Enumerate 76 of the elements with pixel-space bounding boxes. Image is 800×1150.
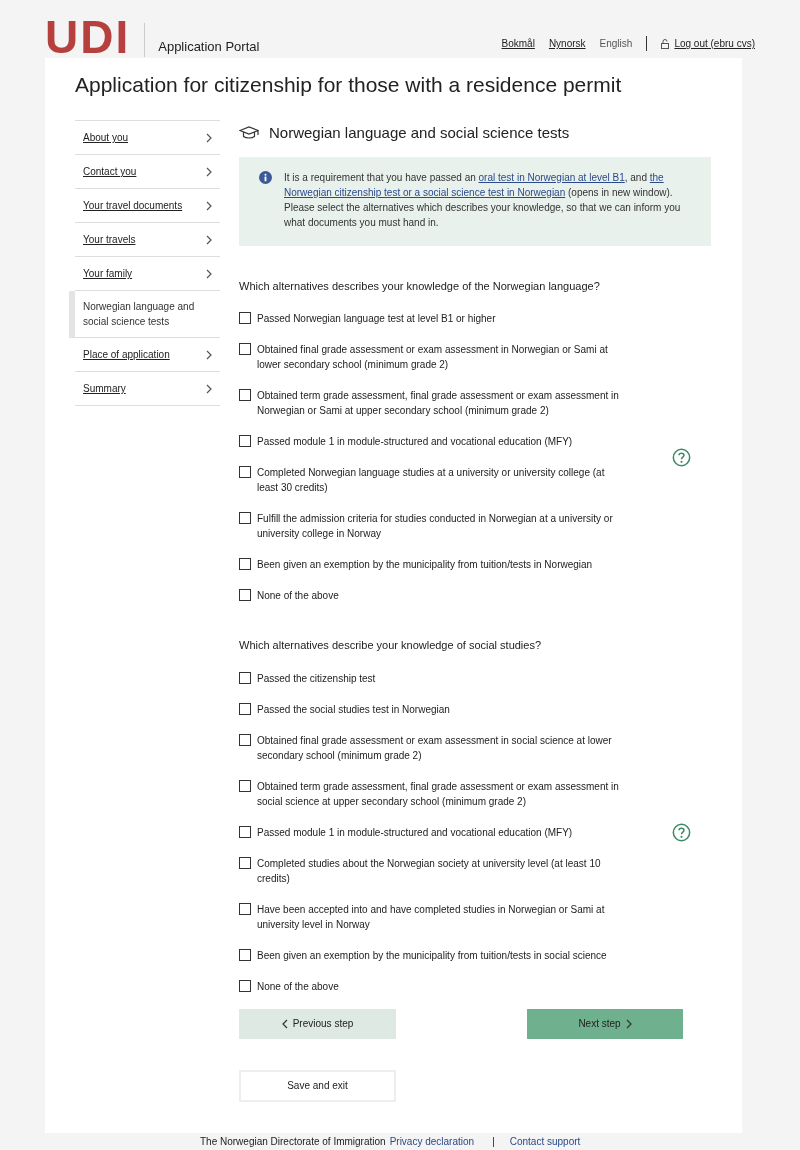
info-icon	[259, 170, 272, 184]
checkbox-label: Obtained term grade assessment, final grade assessment or exam assessment in social science at upper secondary school (minimum grade 2)	[257, 779, 620, 809]
chevron-right-icon	[206, 349, 212, 360]
footer-separator: |	[492, 1135, 495, 1149]
checkbox[interactable]	[239, 825, 251, 838]
checkbox[interactable]	[239, 948, 251, 961]
chevron-right-icon	[206, 132, 212, 143]
chevron-left-icon	[281, 1018, 288, 1029]
checkbox-label: Passed module 1 in module-structured and vocational education (MFY)	[257, 435, 574, 449]
next-step-button[interactable]: Next step	[527, 1008, 683, 1039]
checkbox[interactable]	[239, 902, 251, 915]
checkbox-label: Obtained final grade assessment or exam assessment in social science at lower secondary school (minimum grade 2)	[257, 733, 613, 763]
checkbox[interactable]	[239, 671, 251, 684]
logout-link[interactable]: Log out (ebru cvs)	[674, 36, 755, 51]
language-link[interactable]: English	[599, 36, 633, 51]
checkbox[interactable]	[239, 389, 251, 401]
padlock-icon	[661, 38, 670, 49]
checkbox[interactable]	[239, 466, 251, 478]
checkbox-label: None of the above	[257, 979, 340, 994]
previous-step-button[interactable]: Previous step	[239, 1008, 396, 1039]
checkbox-label: Completed Norwegian language studies at a university or university college (at least 30 credits)	[257, 466, 606, 495]
checkbox-label: Been given an exemption by the municipality from tuition/tests in social science	[257, 948, 608, 963]
portal-name: Application Portal	[158, 37, 260, 56]
info-link[interactable]: the	[649, 171, 664, 183]
sidebar-item[interactable]: About you	[75, 121, 220, 155]
logo[interactable]: UDI	[45, 16, 131, 58]
chevron-right-icon	[206, 268, 212, 279]
checkbox[interactable]	[239, 979, 251, 992]
checkbox[interactable]	[239, 733, 251, 746]
checkbox-label: Passed module 1 in module-structured and vocational education (MFY)	[257, 825, 574, 840]
help-icon[interactable]	[672, 822, 691, 842]
checkbox-label: Passed the citizenship test	[257, 671, 377, 686]
checkbox-label: Completed studies about the Norwegian society at university level (at least 10 credits)	[257, 856, 602, 886]
sidebar-item[interactable]: Your travel documents	[75, 189, 220, 223]
sidebar-item[interactable]: Norwegian language and social science tests	[69, 291, 220, 338]
chevron-right-icon	[206, 383, 212, 394]
checkbox-label: Passed Norwegian language test at level B1 or higher	[257, 312, 497, 326]
question-heading: Which alternatives describes your knowledge of the Norwegian language?	[239, 278, 601, 294]
question-heading: Which alternatives describe your knowledge of social studies?	[239, 638, 543, 653]
language-link[interactable]: Nynorsk	[548, 36, 586, 51]
info-link[interactable]: Norwegian citizenship test or a social science test in Norwegian	[284, 186, 566, 198]
checkbox[interactable]	[239, 558, 251, 570]
checkbox-label: Have been accepted into and have completed studies in Norwegian or Sami at university level in Norway	[257, 902, 606, 932]
info-link[interactable]: oral test in Norwegian at level B1	[478, 171, 625, 183]
checkbox-label: None of the above	[257, 589, 340, 603]
checkbox[interactable]	[239, 702, 251, 715]
checkbox[interactable]	[239, 589, 251, 601]
chevron-right-icon	[625, 1018, 632, 1029]
checkbox[interactable]	[239, 343, 251, 355]
graduation-cap-icon	[239, 126, 259, 141]
footer-text: The Norwegian Directorate of Immigration	[200, 1135, 386, 1149]
page-title: Application for citizenship for those with a residence permit	[75, 72, 623, 98]
save-and-exit-button[interactable]: Save and exit	[239, 1069, 396, 1102]
checkbox-label: Been given an exemption by the municipality from tuition/tests in Norwegian	[257, 558, 594, 572]
checkbox[interactable]	[239, 856, 251, 869]
sidebar-item[interactable]: Place of application	[75, 338, 220, 372]
chevron-right-icon	[206, 166, 212, 177]
chevron-right-icon	[206, 234, 212, 245]
sidebar-item[interactable]: Summary	[75, 372, 220, 406]
checkbox-label: Obtained term grade assessment, final grade assessment or exam assessment in Norwegian or Sami at upper secondary school (minimum grade 2)	[257, 389, 620, 418]
sidebar-item[interactable]: Contact you	[75, 155, 220, 189]
info-text: It is a requirement that you have passed an oral test in Norwegian at level B1, and the Norwegian citizenship test or a social science test in Norwegian (opens in new window). Please select the alternatives which describes your knowledge, so that we can inform you what documents you must hand in.	[284, 170, 682, 230]
checkbox[interactable]	[239, 779, 251, 792]
checkbox-label: Passed the social studies test in Norwegian	[257, 702, 451, 717]
contact-support-link[interactable]: Contact support	[509, 1134, 581, 1149]
section-title: Norwegian language and social science tests	[269, 123, 570, 143]
checkbox[interactable]	[239, 435, 251, 447]
chevron-right-icon	[206, 200, 212, 211]
checkbox-label: Obtained final grade assessment or exam assessment in Norwegian or Sami at lower secondary school (minimum grade 2)	[257, 343, 609, 372]
checkbox[interactable]	[239, 312, 251, 324]
language-link[interactable]: Bokmål	[501, 36, 535, 51]
sidebar-item[interactable]: Your travels	[75, 223, 220, 257]
checkbox-label: Fulfill the admission criteria for studies conducted in Norwegian at a university or university college in Norway	[257, 512, 614, 541]
help-icon[interactable]	[672, 447, 691, 467]
checkbox[interactable]	[239, 512, 251, 524]
privacy-link[interactable]: Privacy declaration	[389, 1134, 475, 1149]
